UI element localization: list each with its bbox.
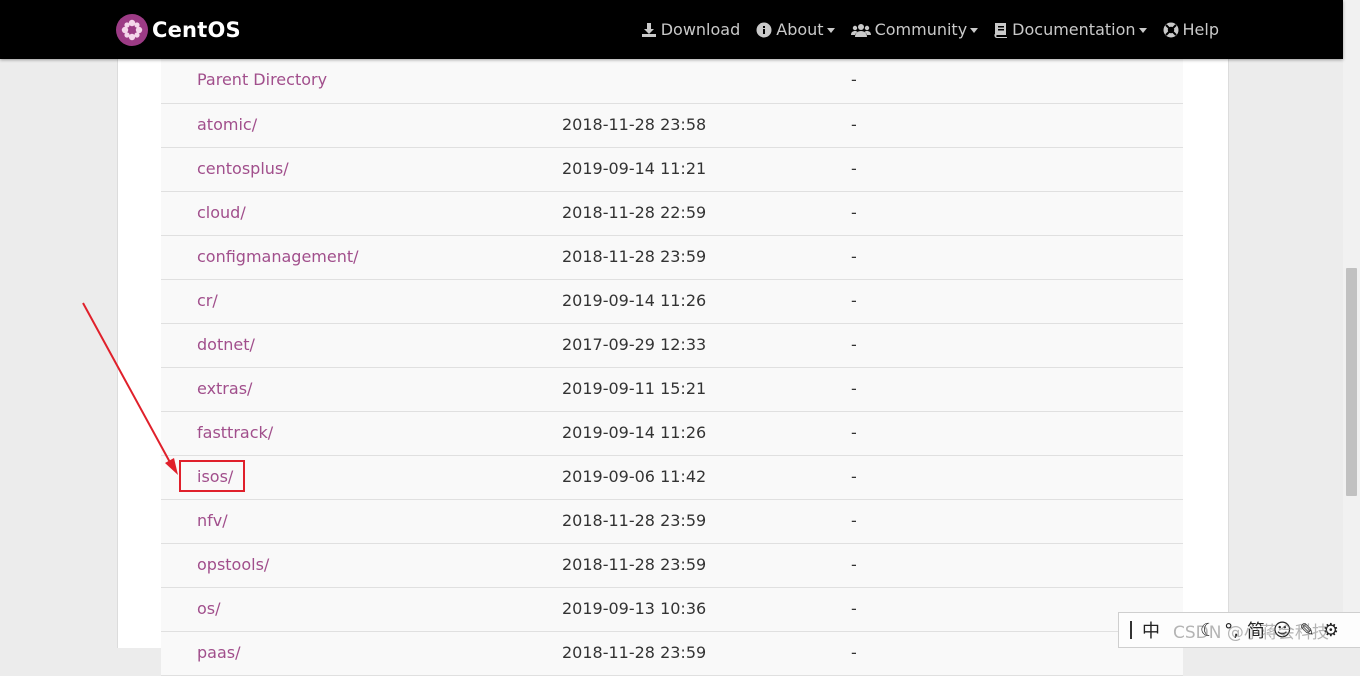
centos-flower-icon bbox=[116, 13, 148, 46]
table-row: dotnet/2017-09-29 12:33 - bbox=[161, 324, 1183, 368]
size-cell: - bbox=[851, 70, 857, 89]
last-modified-cell: 2019-09-13 10:36 bbox=[562, 599, 707, 618]
nav-documentation-label: Documentation bbox=[1012, 20, 1136, 39]
last-modified-cell: 2018-11-28 23:59 bbox=[562, 247, 707, 266]
size-cell: - bbox=[851, 379, 857, 398]
table-row: Parent Directory - bbox=[161, 59, 1183, 104]
ime-divider bbox=[1130, 621, 1132, 639]
directory-link[interactable]: nfv/ bbox=[197, 511, 228, 530]
punctuation-icon[interactable]: °, bbox=[1224, 620, 1239, 641]
last-modified-cell: 2019-09-14 11:26 bbox=[562, 291, 707, 310]
download-icon bbox=[641, 22, 656, 37]
last-modified-cell: 2019-09-06 11:42 bbox=[562, 467, 707, 486]
nav-about[interactable]: About bbox=[756, 20, 835, 39]
ime-simplified-toggle[interactable]: 简 bbox=[1247, 617, 1265, 643]
directory-link[interactable]: os/ bbox=[197, 599, 221, 618]
gear-icon[interactable]: ⚙ bbox=[1323, 620, 1339, 641]
last-modified-cell: 2019-09-14 11:26 bbox=[562, 423, 707, 442]
directory-link[interactable]: centosplus/ bbox=[197, 159, 289, 178]
directory-listing: Parent Directory - atomic/2018-11-28 23:58… bbox=[161, 59, 1183, 676]
last-modified-cell: 2018-11-28 23:59 bbox=[562, 643, 707, 662]
table-row: cloud/2018-11-28 22:59 - bbox=[161, 192, 1183, 236]
main-nav: Download About Community Documentation H… bbox=[625, 0, 1219, 59]
nav-community[interactable]: Community bbox=[850, 20, 979, 39]
table-row: fasttrack/2019-09-14 11:26 - bbox=[161, 412, 1183, 456]
emoji-icon[interactable]: ☺ bbox=[1273, 620, 1292, 641]
table-row: atomic/2018-11-28 23:58 - bbox=[161, 104, 1183, 148]
last-modified-cell: 2018-11-28 22:59 bbox=[562, 203, 707, 222]
last-modified-cell: 2017-09-29 12:33 bbox=[562, 335, 707, 354]
table-row: nfv/2018-11-28 23:59 - bbox=[161, 500, 1183, 544]
last-modified-cell: 2019-09-11 15:21 bbox=[562, 379, 707, 398]
last-modified-cell: 2018-11-28 23:58 bbox=[562, 115, 707, 134]
directory-link[interactable]: dotnet/ bbox=[197, 335, 255, 354]
scrollbar-thumb[interactable] bbox=[1346, 268, 1357, 496]
top-navbar: CentOS Download About Community Document… bbox=[0, 0, 1343, 59]
brand-name: CentOS bbox=[152, 17, 241, 42]
nav-about-label: About bbox=[776, 20, 824, 39]
directory-link[interactable]: cloud/ bbox=[197, 203, 246, 222]
size-cell: - bbox=[851, 599, 857, 618]
table-row: extras/2019-09-11 15:21 - bbox=[161, 368, 1183, 412]
users-icon bbox=[850, 23, 871, 37]
directory-link[interactable]: paas/ bbox=[197, 643, 241, 662]
size-cell: - bbox=[851, 291, 857, 310]
directory-link[interactable]: atomic/ bbox=[197, 115, 257, 134]
nav-download[interactable]: Download bbox=[641, 20, 741, 39]
ime-mode-toggle[interactable]: 中 bbox=[1142, 617, 1160, 643]
lifebuoy-icon bbox=[1163, 22, 1179, 37]
size-cell: - bbox=[851, 511, 857, 530]
chevron-down-icon bbox=[826, 28, 835, 33]
size-cell: - bbox=[851, 115, 857, 134]
ime-toolbar: 中 ☾ °, 简 ☺ ✎ ⚙ bbox=[1118, 612, 1360, 648]
moon-icon[interactable]: ☾ bbox=[1200, 620, 1216, 641]
size-cell: - bbox=[851, 159, 857, 178]
directory-link[interactable]: opstools/ bbox=[197, 555, 269, 574]
size-cell: - bbox=[851, 247, 857, 266]
last-modified-cell: 2019-09-14 11:21 bbox=[562, 159, 707, 178]
table-row: centosplus/2019-09-14 11:21 - bbox=[161, 148, 1183, 192]
skin-icon[interactable]: ✎ bbox=[1300, 620, 1315, 641]
table-row: cr/2019-09-14 11:26 - bbox=[161, 280, 1183, 324]
last-modified-cell: 2018-11-28 23:59 bbox=[562, 555, 707, 574]
table-row: configmanagement/2018-11-28 23:59 - bbox=[161, 236, 1183, 280]
nav-community-label: Community bbox=[874, 20, 968, 39]
nav-download-label: Download bbox=[660, 20, 741, 39]
table-row: paas/2018-11-28 23:59 - bbox=[161, 632, 1183, 676]
size-cell: - bbox=[851, 467, 857, 486]
directory-link[interactable]: extras/ bbox=[197, 379, 252, 398]
chevron-down-icon bbox=[1138, 28, 1147, 33]
table-row: os/2019-09-13 10:36 - bbox=[161, 588, 1183, 632]
size-cell: - bbox=[851, 335, 857, 354]
info-icon bbox=[756, 22, 772, 37]
directory-link[interactable]: configmanagement/ bbox=[197, 247, 359, 266]
nav-documentation[interactable]: Documentation bbox=[994, 20, 1147, 39]
size-cell: - bbox=[851, 203, 857, 222]
directory-link[interactable]: cr/ bbox=[197, 291, 218, 310]
directory-link[interactable]: isos/ bbox=[197, 467, 233, 486]
table-row: isos/2019-09-06 11:42 - bbox=[161, 456, 1183, 500]
directory-link[interactable]: fasttrack/ bbox=[197, 423, 273, 442]
centos-logo-link[interactable]: CentOS bbox=[116, 13, 241, 46]
book-icon bbox=[994, 22, 1008, 38]
nav-help[interactable]: Help bbox=[1163, 20, 1219, 39]
nav-help-label: Help bbox=[1182, 20, 1219, 39]
size-cell: - bbox=[851, 555, 857, 574]
chevron-down-icon bbox=[970, 28, 979, 33]
last-modified-cell: 2018-11-28 23:59 bbox=[562, 511, 707, 530]
size-cell: - bbox=[851, 423, 857, 442]
parent-directory-link[interactable]: Parent Directory bbox=[197, 70, 327, 89]
table-row: opstools/2018-11-28 23:59 - bbox=[161, 544, 1183, 588]
size-cell: - bbox=[851, 643, 857, 662]
